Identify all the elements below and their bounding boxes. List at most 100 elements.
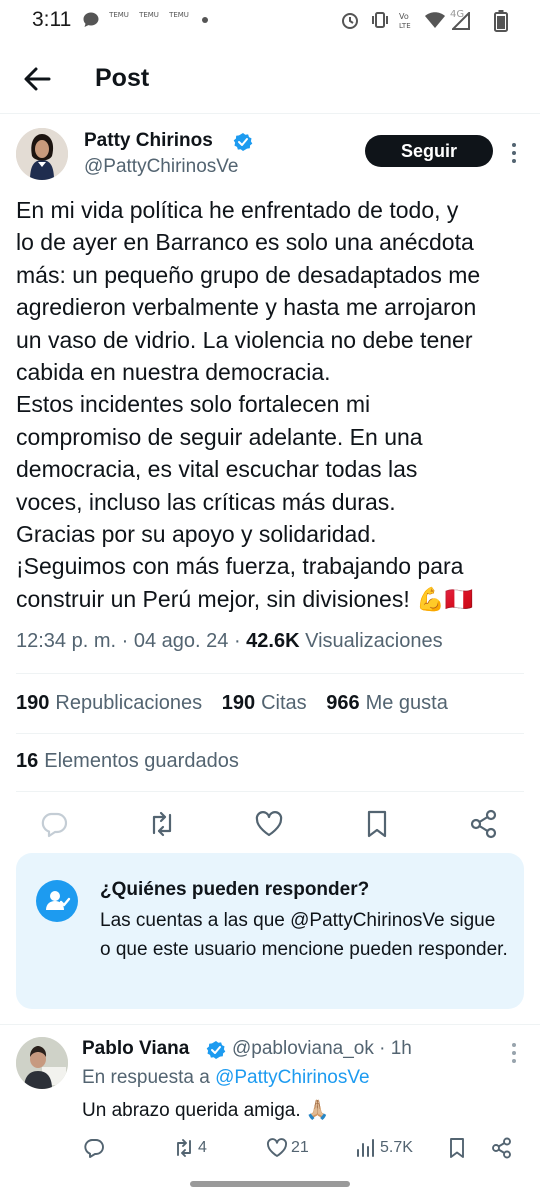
section-separator <box>0 1024 540 1025</box>
verified-badge-icon <box>233 133 253 151</box>
like-icon[interactable] <box>253 808 285 840</box>
reply-text: Un abrazo querida amiga. 🙏🏼 <box>82 1100 330 1121</box>
chat-notification-icon <box>83 12 99 27</box>
post-text-line: democracia, es vital escuchar todas las <box>16 456 418 483</box>
wifi-icon <box>425 12 445 28</box>
reply-avatar-image <box>16 1037 68 1089</box>
author-avatar[interactable] <box>16 128 68 180</box>
reply-author-avatar[interactable] <box>16 1037 68 1089</box>
reply-reply-button[interactable] <box>82 1136 106 1162</box>
more-options-icon[interactable] <box>511 142 517 164</box>
post-text-line: compromiso de seguir adelante. En una <box>16 423 423 450</box>
reply-share-button[interactable] <box>490 1136 514 1162</box>
author-name[interactable]: Patty Chirinos <box>84 130 213 152</box>
likes-count: 966 <box>326 692 360 714</box>
temu-notification-icon: TEMU <box>168 11 190 29</box>
views-chart-icon <box>357 1139 374 1157</box>
bookmarks-count: 16 <box>16 750 39 772</box>
top-bar: Post <box>0 42 540 114</box>
post-date[interactable]: 04 ago. 24 <box>134 630 229 652</box>
temu-notification-icon: TEMU <box>108 11 130 29</box>
bookmarks-stat[interactable]: 16 Elementos guardados <box>16 750 239 773</box>
temu-badge-label: TEMU <box>109 11 129 19</box>
reply-like-count: 21 <box>291 1139 309 1156</box>
views-count: 42.6K <box>246 630 300 652</box>
post-text-line: Gracias por su apoyo y solidaridad. <box>16 521 377 548</box>
bookmarks-stats: 16 Elementos guardados <box>16 750 253 773</box>
reply-author-name[interactable]: Pablo Viana <box>82 1038 189 1060</box>
signal-icon <box>452 12 470 30</box>
share-icon <box>492 1137 511 1159</box>
back-arrow-icon[interactable] <box>22 64 52 94</box>
reply-icon <box>84 1139 104 1158</box>
reply-to-handle-link[interactable]: @PattyChirinosVe <box>215 1067 369 1088</box>
quotes-stat[interactable]: 190 Citas <box>222 692 307 715</box>
author-handle[interactable]: @PattyChirinosVe <box>84 156 238 178</box>
post-text-line: un vaso de vidrio. La violencia no debe … <box>16 326 473 353</box>
author-avatar-image <box>16 128 68 180</box>
reply-views-count: 5.7K <box>380 1139 413 1156</box>
likes-label: Me gusta <box>365 692 448 714</box>
svg-text:LTE: LTE <box>399 22 411 30</box>
like-icon <box>267 1138 287 1157</box>
reply-restriction-title: ¿Quiénes pueden responder? <box>100 879 370 900</box>
more-notifications-dot <box>202 17 208 23</box>
alarm-icon <box>342 13 358 29</box>
divider <box>16 733 524 734</box>
reposts-count: 190 <box>16 692 50 714</box>
reposts-label: Republicaciones <box>55 692 203 714</box>
post-text-line: Estos incidentes solo fortalecen mi <box>16 391 371 418</box>
share-icon[interactable] <box>468 808 500 840</box>
divider <box>16 791 524 792</box>
status-time: 3:11 <box>32 8 72 31</box>
post-text-line: cabida en nuestra democracia. <box>16 359 331 386</box>
post-text-line: construir un Perú mejor, sin divisiones!… <box>16 585 474 612</box>
reply-restriction-notice: ¿Quiénes pueden responder? Las cuentas a… <box>16 853 524 1009</box>
temu-badge-label: TEMU <box>169 11 189 19</box>
post-meta: 12:34 p. m. · 04 ago. 24 · 42.6K Visuali… <box>16 630 443 653</box>
reply-restriction-description: Las cuentas a las que @PattyChirinosVe s… <box>100 910 508 960</box>
reply-more-options-icon[interactable] <box>511 1042 517 1064</box>
home-indicator[interactable] <box>190 1181 350 1187</box>
status-bar: 3:11 TEMU TEMU TEMU Vo LTE 4G <box>0 0 540 40</box>
post-text-line: ¡Seguimos con más fuerza, trabajando par… <box>16 553 464 580</box>
page-title: Post <box>95 64 150 92</box>
follow-button[interactable]: Seguir <box>365 135 493 167</box>
reply-like-button[interactable]: 21 <box>265 1136 309 1162</box>
quotes-label: Citas <box>261 692 307 714</box>
svg-text:Vo: Vo <box>399 12 409 21</box>
post-text: En mi vida política he enfrentado de tod… <box>16 194 526 615</box>
reply-bookmark-button[interactable] <box>445 1136 469 1162</box>
reply-author-handle-time[interactable]: @pabloviana_ok · 1h <box>232 1038 412 1060</box>
repost-icon[interactable] <box>146 808 178 840</box>
who-can-reply-icon <box>36 880 78 922</box>
post-text-line: lo de ayer en Barranco es solo una anécd… <box>16 229 474 256</box>
views-label[interactable]: Visualizaciones <box>305 630 443 652</box>
reply-repost-count: 4 <box>198 1139 207 1156</box>
post-text-line: más: un pequeño grupo de desadaptados me <box>16 261 481 288</box>
post-time[interactable]: 12:34 p. m. <box>16 630 116 652</box>
user-check-icon <box>46 891 71 910</box>
divider <box>16 673 524 674</box>
reply-repost-button[interactable]: 4 <box>172 1136 207 1162</box>
reply-to-prefix: En respuesta a <box>82 1067 210 1088</box>
bookmark-icon[interactable] <box>361 808 393 840</box>
bookmark-icon <box>450 1138 464 1158</box>
volte-icon: Vo LTE <box>399 12 411 30</box>
reply-views-button[interactable]: 5.7K <box>354 1136 413 1162</box>
reply-to-line: En respuesta a @PattyChirinosVe <box>82 1067 370 1089</box>
likes-stat[interactable]: 966 Me gusta <box>326 692 448 715</box>
verified-badge-icon <box>206 1041 226 1059</box>
temu-badge-label: TEMU <box>139 11 159 19</box>
repost-icon <box>177 1139 191 1157</box>
bookmarks-label: Elementos guardados <box>44 750 239 772</box>
engagement-stats: 190 Republicaciones 190 Citas 966 Me gusta <box>16 692 462 715</box>
battery-icon <box>494 10 508 32</box>
temu-notification-icon: TEMU <box>138 11 160 29</box>
reply-icon[interactable] <box>38 808 70 840</box>
meta-separator: · <box>233 630 247 652</box>
meta-separator: · <box>121 630 134 652</box>
quotes-count: 190 <box>221 692 256 714</box>
post-text-line: En mi vida política he enfrentado de tod… <box>16 197 459 223</box>
reposts-stat[interactable]: 190 Republicaciones <box>16 692 202 715</box>
